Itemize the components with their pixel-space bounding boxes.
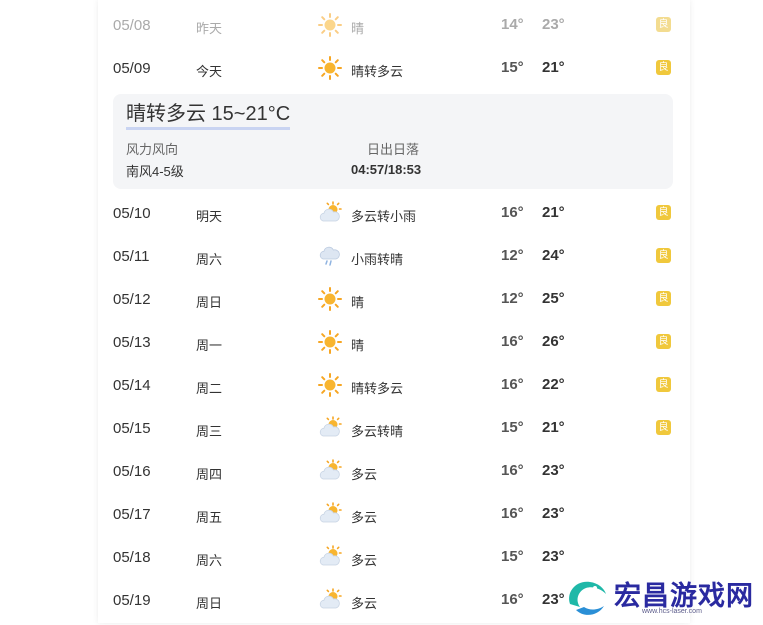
row-low-temp: 16° <box>501 204 524 221</box>
row-low-temp: 16° <box>501 462 524 479</box>
row-weekday: 周五 <box>196 510 223 525</box>
partly-cloudy-icon <box>318 545 342 569</box>
row-date: 05/19 <box>113 592 151 609</box>
aqi-badge: 良 <box>656 377 671 392</box>
row-date: 05/09 <box>113 60 151 77</box>
today-summary: 晴转多云 15~21°C <box>126 102 291 130</box>
forecast-row[interactable]: 05/16 周四 多云 16° 23° <box>98 450 690 493</box>
row-condition: 多云转晴 <box>351 424 404 439</box>
partly-cloudy-icon <box>318 459 342 483</box>
row-high-temp: 26° <box>542 333 565 350</box>
aqi-badge: 良 <box>656 205 671 220</box>
row-high-temp: 21° <box>542 419 565 436</box>
row-weekday: 周二 <box>196 381 223 396</box>
row-low-temp: 15° <box>501 59 524 76</box>
row-date: 05/08 <box>113 17 151 34</box>
forecast-row[interactable]: 05/08 昨天 晴 14° 23° 良 <box>98 4 690 47</box>
partly-cloudy-icon <box>318 416 342 440</box>
row-low-temp: 15° <box>501 419 524 436</box>
row-low-temp: 12° <box>501 247 524 264</box>
row-condition: 晴 <box>351 338 365 353</box>
row-weekday: 周六 <box>196 252 223 267</box>
row-condition: 晴转多云 <box>351 64 404 79</box>
row-condition: 多云 <box>351 510 378 525</box>
forecast-row[interactable]: 05/10 明天 多云转小雨 16° 21° 良 <box>98 192 690 235</box>
row-date: 05/16 <box>113 463 151 480</box>
aqi-badge: 良 <box>656 248 671 263</box>
row-condition: 晴 <box>351 21 365 36</box>
row-condition: 晴 <box>351 295 365 310</box>
row-condition: 多云 <box>351 553 378 568</box>
sun-icon <box>318 373 342 397</box>
forecast-row[interactable]: 05/13 周一 晴 16° 26° 良 <box>98 321 690 364</box>
forecast-row[interactable]: 05/15 周三 多云转晴 15° 21° 良 <box>98 407 690 450</box>
row-high-temp: 25° <box>542 290 565 307</box>
row-weekday: 周四 <box>196 467 223 482</box>
row-condition: 多云 <box>351 596 378 611</box>
row-condition: 晴转多云 <box>351 381 404 396</box>
row-high-temp: 23° <box>542 462 565 479</box>
row-low-temp: 16° <box>501 376 524 393</box>
row-date: 05/10 <box>113 205 151 222</box>
aqi-badge: 良 <box>656 334 671 349</box>
row-high-temp: 23° <box>542 548 565 565</box>
row-date: 05/15 <box>113 420 151 437</box>
row-date: 05/17 <box>113 506 151 523</box>
forecast-row[interactable]: 05/17 周五 多云 16° 23° <box>98 493 690 536</box>
sun-icon <box>318 56 342 80</box>
row-low-temp: 16° <box>501 591 524 608</box>
row-date: 05/11 <box>113 248 150 265</box>
row-weekday: 今天 <box>196 64 223 79</box>
row-low-temp: 16° <box>501 333 524 350</box>
row-weekday: 周日 <box>196 596 223 611</box>
aqi-badge: 良 <box>656 420 671 435</box>
row-low-temp: 12° <box>501 290 524 307</box>
row-weekday: 周一 <box>196 338 223 353</box>
partly-cloudy-icon <box>318 201 342 225</box>
row-high-temp: 23° <box>542 505 565 522</box>
forecast-row[interactable]: 05/12 周日 晴 12° 25° 良 <box>98 278 690 321</box>
today-detail-card: 晴转多云 15~21°C 风力风向 南风4-5级 日出日落 04:57/18:5… <box>113 94 673 189</box>
forecast-row[interactable]: 05/14 周二 晴转多云 16° 22° 良 <box>98 364 690 407</box>
row-high-temp: 23° <box>542 16 565 33</box>
aqi-badge: 良 <box>656 17 671 32</box>
sun-icon <box>318 13 342 37</box>
aqi-badge: 良 <box>656 60 671 75</box>
row-condition: 小雨转晴 <box>351 252 404 267</box>
sun-icon <box>318 330 342 354</box>
row-low-temp: 16° <box>501 505 524 522</box>
forecast-row[interactable]: 05/09 今天 晴转多云 15° 21° 良 <box>98 47 690 90</box>
forecast-panel: 05/08 昨天 晴 14° 23° 良 05/09 今天 晴转多云 15° 2… <box>98 0 690 623</box>
sunrise-sunset-label: 日出日落 <box>367 142 420 157</box>
partly-cloudy-icon <box>318 588 342 612</box>
aqi-badge: 良 <box>656 291 671 306</box>
watermark-url: www.hcs-laser.com <box>642 608 702 615</box>
row-date: 05/13 <box>113 334 151 351</box>
row-weekday: 周六 <box>196 553 223 568</box>
row-high-temp: 24° <box>542 247 565 264</box>
row-date: 05/12 <box>113 291 151 308</box>
dragon-logo-icon <box>562 574 612 620</box>
row-high-temp: 21° <box>542 204 565 221</box>
row-weekday: 周日 <box>196 295 223 310</box>
row-condition: 多云 <box>351 467 378 482</box>
sunrise-sunset-value: 04:57/18:53 <box>351 162 422 177</box>
row-date: 05/18 <box>113 549 151 566</box>
wind-value: 南风4-5级 <box>126 164 184 179</box>
sun-icon <box>318 287 342 311</box>
row-weekday: 昨天 <box>196 21 223 36</box>
row-low-temp: 15° <box>501 548 524 565</box>
row-condition: 多云转小雨 <box>351 209 417 224</box>
row-weekday: 明天 <box>196 209 223 224</box>
wind-label: 风力风向 <box>126 142 179 157</box>
site-watermark: 宏昌游戏网 www.hcs-laser.com <box>562 572 762 622</box>
row-high-temp: 21° <box>542 59 565 76</box>
rain-cloud-icon <box>318 244 342 268</box>
row-date: 05/14 <box>113 377 151 394</box>
row-high-temp: 22° <box>542 376 565 393</box>
row-weekday: 周三 <box>196 424 223 439</box>
partly-cloudy-icon <box>318 502 342 526</box>
forecast-row[interactable]: 05/11 周六 小雨转晴 12° 24° 良 <box>98 235 690 278</box>
row-low-temp: 14° <box>501 16 524 33</box>
